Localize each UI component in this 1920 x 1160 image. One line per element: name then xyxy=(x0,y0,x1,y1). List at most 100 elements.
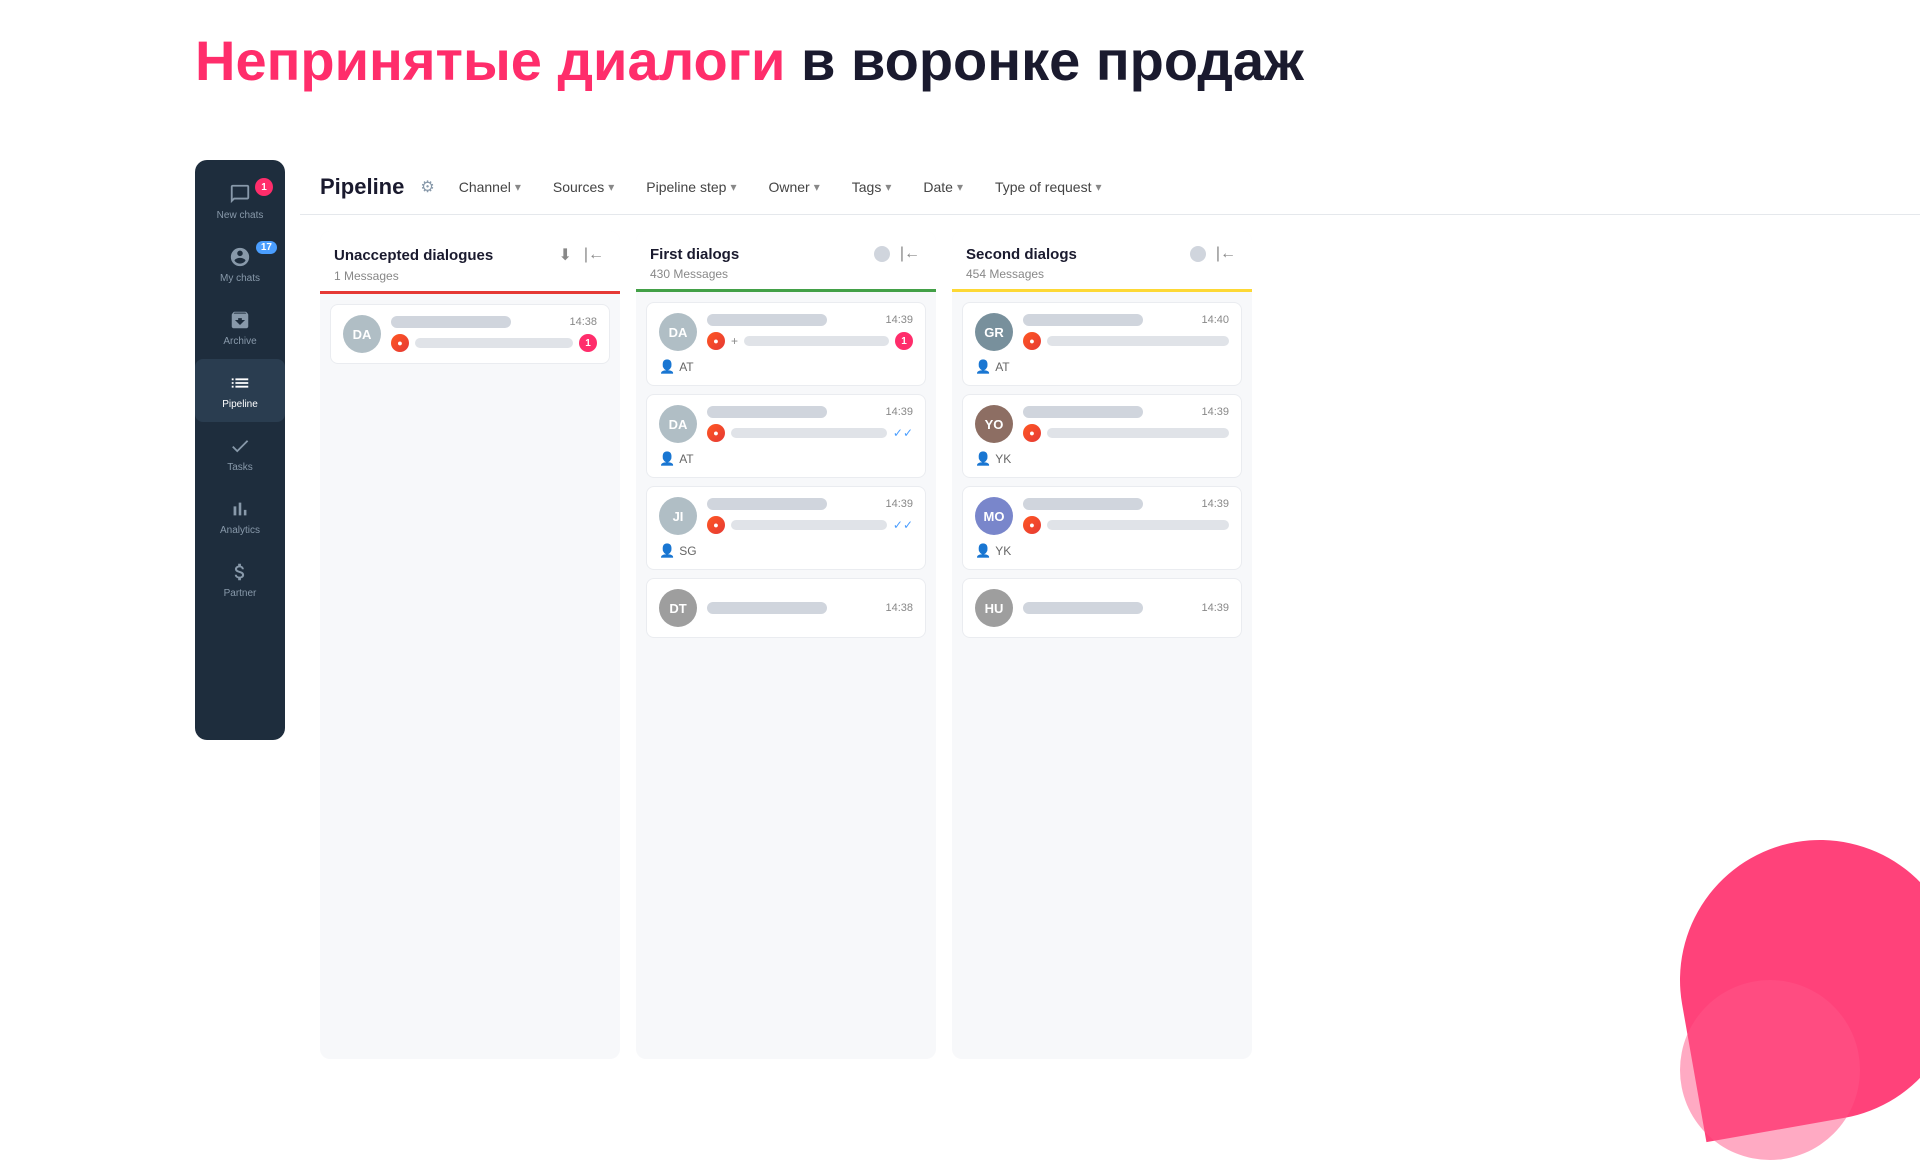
filter-tags[interactable]: Tags ▾ xyxy=(844,175,900,199)
owner-label: AT xyxy=(679,452,693,466)
avatar: DT xyxy=(659,589,697,627)
filter-type-of-request[interactable]: Type of request ▾ xyxy=(987,175,1110,199)
sidebar-item-new-chats[interactable]: 1 New chats xyxy=(195,170,285,233)
new-chats-icon xyxy=(228,182,252,206)
avatar: DA xyxy=(659,405,697,443)
sidebar-label-analytics: Analytics xyxy=(220,525,260,536)
my-chats-badge: 17 xyxy=(256,241,277,254)
filter-date[interactable]: Date ▾ xyxy=(915,175,971,199)
card-info: 14:38 ● 1 xyxy=(391,316,597,352)
chat-card[interactable]: DA 14:38 ● 1 xyxy=(330,304,610,364)
filter-pipeline-step[interactable]: Pipeline step ▾ xyxy=(638,175,744,199)
filter-owner[interactable]: Owner ▾ xyxy=(760,175,827,199)
pin-col-btn[interactable]: |← xyxy=(582,246,606,264)
card-time: 14:38 xyxy=(569,316,597,328)
owner-label: AT xyxy=(679,360,693,374)
sidebar-item-pipeline[interactable]: Pipeline xyxy=(195,359,285,422)
card-info: 14:39 ● ✓✓ xyxy=(707,498,913,534)
avatar: MO xyxy=(975,497,1013,535)
column-header-second: Second dialogs |← 454 Messages xyxy=(952,231,1252,292)
pipeline-icon xyxy=(228,371,252,395)
column-count-first: 430 Messages xyxy=(650,267,922,281)
column-count-second: 454 Messages xyxy=(966,267,1238,281)
column-title-first: First dialogs xyxy=(650,246,739,263)
chevron-down-icon: ▾ xyxy=(515,180,521,194)
column-actions: ⬇ |← xyxy=(556,245,606,265)
card-name-blur xyxy=(707,406,827,418)
filter-channel[interactable]: Channel ▾ xyxy=(451,175,529,199)
chevron-down-icon: ▾ xyxy=(608,180,614,194)
owner-label: YK xyxy=(995,544,1011,558)
card-name-blur xyxy=(707,602,827,614)
chevron-down-icon: ▾ xyxy=(957,180,963,194)
card-name-blur xyxy=(391,316,511,328)
chat-card[interactable]: DT 14:38 xyxy=(646,578,926,638)
pin-col-btn-first[interactable]: |← xyxy=(898,245,922,263)
toolbar-title: Pipeline xyxy=(320,174,404,200)
column-body-second: GR 14:40 ● 👤 xyxy=(952,292,1252,648)
chevron-down-icon: ▾ xyxy=(730,180,736,194)
person-icon: 👤 xyxy=(975,451,991,467)
column-title-unaccepted: Unaccepted dialogues xyxy=(334,247,493,264)
owner-label: YK xyxy=(995,452,1011,466)
chat-card[interactable]: DA 14:39 ● + 1 xyxy=(646,302,926,386)
chat-card[interactable]: HU 14:39 xyxy=(962,578,1242,638)
column-second: Second dialogs |← 454 Messages GR xyxy=(952,231,1252,1059)
chat-card[interactable]: DA 14:39 ● ✓✓ xyxy=(646,394,926,478)
check-icon: ✓✓ xyxy=(893,518,913,532)
sidebar-item-my-chats[interactable]: 17 My chats xyxy=(195,233,285,296)
sidebar-item-partner[interactable]: Partner xyxy=(195,548,285,611)
card-time: 14:39 xyxy=(1201,498,1229,510)
pin-col-btn-second[interactable]: |← xyxy=(1214,245,1238,263)
sidebar-label-my-chats: My chats xyxy=(220,273,260,284)
card-name-blur xyxy=(1023,602,1143,614)
deco-shape2 xyxy=(1680,980,1860,1160)
card-info: 14:40 ● xyxy=(1023,314,1229,350)
msg-blur xyxy=(1047,336,1229,346)
new-chats-badge: 1 xyxy=(255,178,273,196)
title-part2: в воронке продаж xyxy=(801,29,1304,92)
column-title-second: Second dialogs xyxy=(966,246,1077,263)
channel-icon: ● xyxy=(1023,424,1041,442)
channel-icon: ● xyxy=(391,334,409,352)
card-time: 14:39 xyxy=(885,314,913,326)
collapse-col-btn[interactable]: ⬇ xyxy=(556,245,573,265)
card-name-blur xyxy=(707,498,827,510)
msg-blur xyxy=(1047,520,1229,530)
filter-sources[interactable]: Sources ▾ xyxy=(545,175,622,199)
owner-label: AT xyxy=(995,360,1009,374)
sidebar-item-analytics[interactable]: Analytics xyxy=(195,485,285,548)
chat-card[interactable]: MO 14:39 ● 👤 xyxy=(962,486,1242,570)
msg-blur xyxy=(731,428,887,438)
column-header-unaccepted: Unaccepted dialogues ⬇ |← 1 Messages xyxy=(320,231,620,294)
chat-card[interactable]: YO 14:39 ● 👤 xyxy=(962,394,1242,478)
sidebar-item-archive[interactable]: Archive xyxy=(195,296,285,359)
title-part1: Непринятые диалоги xyxy=(195,29,785,92)
chevron-down-icon: ▾ xyxy=(1095,180,1101,194)
card-name-blur xyxy=(1023,498,1143,510)
channel-icon: ● xyxy=(707,516,725,534)
msg-count-badge: 1 xyxy=(895,332,913,350)
column-body-unaccepted: DA 14:38 ● 1 xyxy=(320,294,620,374)
card-info: 14:39 ● xyxy=(1023,498,1229,534)
card-time: 14:39 xyxy=(1201,406,1229,418)
sidebar-item-tasks[interactable]: Tasks xyxy=(195,422,285,485)
chat-card[interactable]: JI 14:39 ● ✓✓ xyxy=(646,486,926,570)
card-info: 14:39 xyxy=(1023,602,1229,614)
card-info: 14:38 xyxy=(707,602,913,614)
col-circle-second xyxy=(1190,246,1206,262)
avatar: GR xyxy=(975,313,1013,351)
card-name-blur xyxy=(707,314,827,326)
card-name-blur xyxy=(1023,406,1143,418)
avatar: YO xyxy=(975,405,1013,443)
avatar: DA xyxy=(343,315,381,353)
chat-card[interactable]: GR 14:40 ● 👤 xyxy=(962,302,1242,386)
filter-icon[interactable]: ⚙ xyxy=(420,177,434,197)
column-actions-second: |← xyxy=(1190,245,1238,263)
avatar: JI xyxy=(659,497,697,535)
partner-icon xyxy=(228,560,252,584)
sidebar-label-archive: Archive xyxy=(223,336,256,347)
msg-blur xyxy=(1047,428,1229,438)
msg-blur xyxy=(744,336,889,346)
card-info: 14:39 ● + 1 xyxy=(707,314,913,350)
